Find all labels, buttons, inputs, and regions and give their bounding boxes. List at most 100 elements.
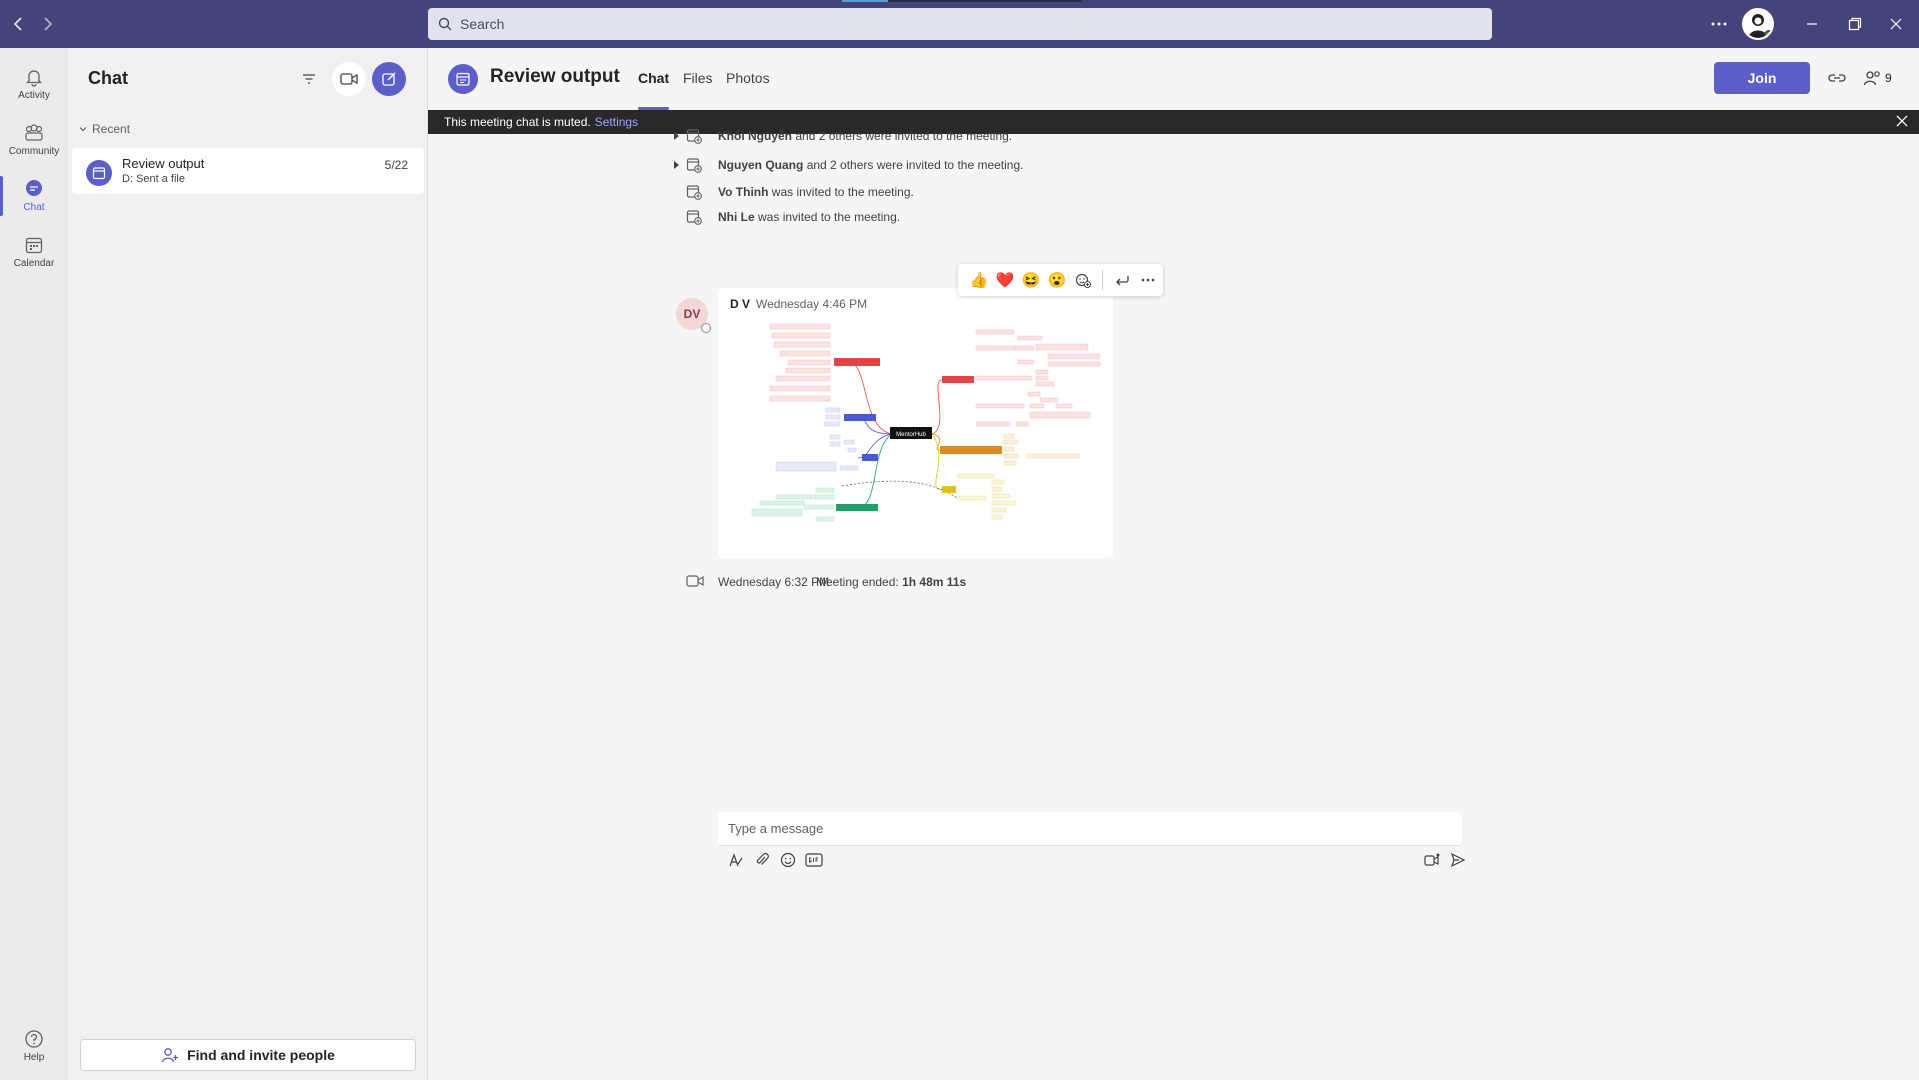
- reply-button[interactable]: [1109, 267, 1135, 293]
- toolbar-divider: [1102, 270, 1103, 290]
- tab-files[interactable]: Files: [683, 70, 713, 110]
- reply-icon: [1116, 276, 1129, 286]
- loading-progress: [842, 0, 1082, 2]
- people-icon: [1863, 71, 1880, 86]
- join-button[interactable]: Join: [1714, 62, 1810, 94]
- ellipsis-icon: [1141, 278, 1155, 282]
- rail-label: Help: [23, 1052, 45, 1063]
- calendar-icon: [456, 72, 470, 86]
- rail-item-calendar[interactable]: Calendar: [0, 224, 68, 280]
- format-button[interactable]: [724, 848, 748, 872]
- dismiss-banner-button[interactable]: [1895, 114, 1909, 131]
- heart-reaction-button[interactable]: ❤️: [992, 267, 1018, 293]
- rail-item-activity[interactable]: Activity: [0, 56, 68, 112]
- close-icon: [1896, 115, 1908, 127]
- gif-icon: [805, 853, 823, 867]
- gif-button[interactable]: [802, 848, 826, 872]
- search-input[interactable]: Search: [428, 8, 1492, 40]
- meeting-avatar: [448, 64, 478, 94]
- new-chat-button[interactable]: [372, 62, 406, 96]
- minimize-icon: [1807, 23, 1817, 25]
- calendar-add-icon: [686, 129, 702, 144]
- help-icon: [25, 1030, 43, 1048]
- invite-event: Nhi Le was invited to the meeting.: [428, 207, 1228, 227]
- find-and-invite-button[interactable]: Find and invite people: [80, 1039, 416, 1071]
- rail-item-chat[interactable]: Chat: [0, 168, 68, 224]
- find-and-invite-label: Find and invite people: [187, 1047, 335, 1063]
- presence-available-icon: [1764, 30, 1772, 38]
- search-icon: [438, 17, 452, 31]
- rail-label: Chat: [23, 202, 45, 213]
- back-button[interactable]: [8, 13, 30, 35]
- message-input[interactable]: Type a message: [718, 812, 1462, 846]
- profile-avatar[interactable]: [1742, 8, 1774, 40]
- attach-button[interactable]: [750, 848, 774, 872]
- chevron-left-icon: [13, 17, 22, 31]
- avatar[interactable]: DV: [676, 298, 711, 333]
- link-icon: [1828, 74, 1846, 82]
- more-reactions-button[interactable]: [1070, 267, 1096, 293]
- participants-count: 9: [1885, 71, 1892, 85]
- tab-chat[interactable]: Chat: [638, 70, 670, 110]
- meeting-chat-pane: Review output Chat Files Photos Join 9 T…: [428, 48, 1919, 1080]
- minimize-button[interactable]: [1797, 10, 1827, 38]
- participants-button[interactable]: 9: [1863, 66, 1892, 90]
- bell-icon: [25, 70, 43, 87]
- event-text: was invited to the meeting.: [771, 185, 914, 199]
- filter-button[interactable]: [292, 62, 326, 96]
- meeting-avatar: [86, 160, 112, 186]
- message-bubble[interactable]: D V Wednesday 4:46 PM MentorHub: [718, 288, 1113, 558]
- chat-list-item[interactable]: Review output D: Sent a file 5/22: [72, 148, 424, 194]
- chat-name: Review output: [122, 156, 205, 171]
- event-text: was invited to the meeting.: [758, 210, 901, 224]
- rail-item-help[interactable]: Help: [0, 1018, 68, 1074]
- recent-section-header[interactable]: Recent: [78, 122, 130, 136]
- chevron-right-icon: [44, 17, 53, 31]
- mindmap-image[interactable]: MentorHub: [730, 318, 1102, 546]
- event-text: and 2 others were invited to the meeting…: [806, 158, 1024, 172]
- rail-label: Activity: [18, 90, 50, 101]
- emoji-button[interactable]: [776, 848, 800, 872]
- forward-button[interactable]: [36, 13, 58, 35]
- message-actions-toolbar: 👍 ❤️ 😆 😮: [958, 264, 1163, 296]
- meeting-header: Review output Chat Files Photos Join 9: [428, 48, 1919, 110]
- meeting-title: Review output: [490, 66, 620, 87]
- calendar-icon: [92, 167, 106, 180]
- video-camera-icon: [686, 575, 704, 587]
- message-more-button[interactable]: [1135, 267, 1161, 293]
- loop-component-button[interactable]: [1420, 848, 1444, 872]
- rail-item-community[interactable]: Community: [0, 112, 68, 168]
- chevron-down-icon: [79, 127, 87, 132]
- invite-event: Vo Thinh was invited to the meeting.: [428, 182, 1228, 202]
- chat-preview: D: Sent a file: [122, 173, 185, 185]
- chat-list-pane: Chat Recent Review output D: Sent a file…: [68, 48, 428, 1080]
- expand-caret-icon[interactable]: [674, 161, 679, 169]
- video-camera-icon: [340, 73, 358, 85]
- send-button[interactable]: [1446, 848, 1470, 872]
- surprised-reaction-button[interactable]: 😮: [1044, 267, 1070, 293]
- message-input-placeholder: Type a message: [728, 821, 824, 836]
- restore-icon: [1848, 17, 1862, 31]
- meeting-ended-time: Wednesday 6:32 PM: [718, 575, 830, 589]
- restore-button[interactable]: [1840, 10, 1870, 38]
- tab-photos[interactable]: Photos: [726, 70, 770, 110]
- close-icon: [1890, 18, 1902, 30]
- more-options-button[interactable]: [1704, 10, 1734, 38]
- message-time: Wednesday 4:46 PM: [756, 297, 868, 311]
- meeting-ended-label: Meeting ended:: [816, 575, 899, 589]
- meeting-ended-event: Wednesday 6:32 PM Meeting ended: 1h 48m …: [428, 572, 1128, 592]
- meet-now-button[interactable]: [332, 62, 366, 96]
- paperclip-icon: [756, 852, 769, 865]
- recent-label: Recent: [92, 122, 131, 136]
- expand-caret-icon[interactable]: [674, 132, 679, 140]
- event-person: Nguyen Quang: [718, 158, 804, 172]
- emoji-icon: [780, 852, 796, 868]
- close-window-button[interactable]: [1881, 10, 1911, 38]
- chat-icon: [26, 180, 42, 196]
- filter-icon: [303, 74, 315, 84]
- laugh-reaction-button[interactable]: 😆: [1018, 267, 1044, 293]
- copy-link-button[interactable]: [1828, 66, 1846, 90]
- meeting-duration: 1h 48m 11s: [902, 575, 967, 589]
- like-reaction-button[interactable]: 👍: [966, 267, 992, 293]
- title-bar: Search: [0, 0, 1919, 48]
